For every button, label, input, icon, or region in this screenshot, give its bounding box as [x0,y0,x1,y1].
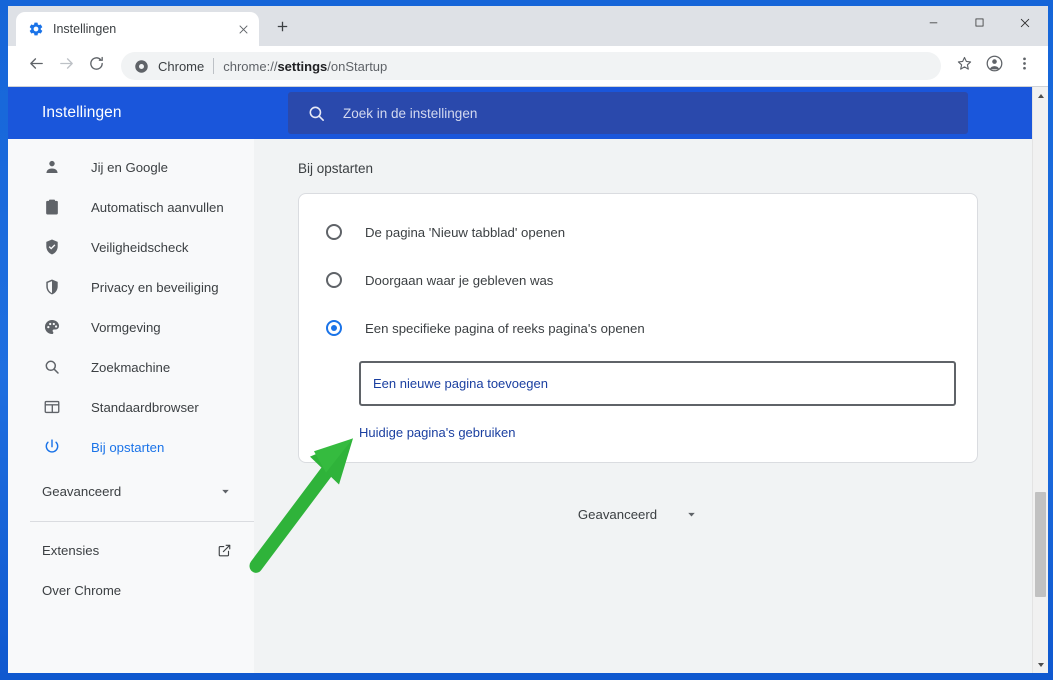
radio-button[interactable] [326,224,342,240]
sidebar-item-privacy-en-beveiliging[interactable]: Privacy en beveiliging [8,267,254,307]
plus-icon [276,20,289,38]
settings-header: Instellingen [8,87,1048,139]
section-title: Bij opstarten [298,161,374,176]
radio-option-new-tab-page[interactable]: De pagina 'Nieuw tabblad' openen [299,208,977,256]
sidebar-item-label: Extensies [42,542,100,558]
sidebar-item-jij-en-google[interactable]: Jij en Google [8,147,254,187]
radio-option-continue-where-left-off[interactable]: Doorgaan waar je gebleven was [299,256,977,304]
maximize-button[interactable] [956,6,1002,39]
person-icon [42,157,62,177]
advanced-toggle-label: Geavanceerd [577,507,658,522]
settings-search-box[interactable] [288,92,968,134]
bookmark-star-button[interactable] [950,52,978,80]
sidebar-item-label: Over Chrome [42,582,122,598]
search-input[interactable] [343,92,968,134]
shield-half-icon [42,277,62,297]
palette-icon [42,317,62,337]
sidebar-advanced-label: Geavanceerd [42,483,122,499]
security-chip-label: Chrome [158,58,205,74]
sidebar-item-label: Automatisch aanvullen [91,199,224,215]
radio-option-specific-pages[interactable]: Een specifieke pagina of reeks pagina's … [299,304,977,352]
star-icon [956,55,973,77]
use-current-pages-link[interactable]: Huidige pagina's gebruiken [359,425,977,440]
omnibox-divider [213,58,215,74]
window-controls [910,6,1048,39]
settings-main-content: Bij opstarten De pagina 'Nieuw tabblad' … [254,139,1048,673]
chrome-browser-window: Instellingen Chrome chrome://settings/on… [8,6,1048,673]
page-title: Instellingen [42,104,122,121]
chevron-down-icon [219,485,232,498]
sidebar-item-vormgeving[interactable]: Vormgeving [8,307,254,347]
url-bold-part: settings [277,58,328,74]
minimize-button[interactable] [910,6,956,39]
power-icon [42,437,62,457]
close-icon[interactable] [235,21,251,37]
advanced-toggle-button[interactable]: Geavanceerd [298,507,978,522]
sidebar-item-automatisch-aanvullen[interactable]: Automatisch aanvullen [8,187,254,227]
new-tab-button[interactable] [268,15,296,43]
scrollbar-thumb[interactable] [1035,492,1046,597]
radio-button[interactable] [326,320,342,336]
magnifier-icon [42,357,62,377]
sidebar-item-label: Vormgeving [91,319,161,335]
startup-options-card: De pagina 'Nieuw tabblad' openen Doorgaa… [298,193,978,463]
sidebar-item-veiligheidscheck[interactable]: Veiligheidscheck [8,227,254,267]
settings-body: Jij en Google Automatisch aanvullen Veil… [8,87,1048,673]
search-icon [307,104,326,123]
chrome-menu-button[interactable] [1010,52,1038,80]
browser-tab-instellingen[interactable]: Instellingen [16,12,259,46]
sidebar-item-extensies[interactable]: Extensies [8,530,254,570]
sidebar-item-standaardbrowser[interactable]: Standaardbrowser [8,387,254,427]
sidebar-item-label: Bij opstarten [91,439,165,455]
settings-gear-icon [28,21,44,37]
chevron-down-icon [685,508,698,521]
sidebar-item-bij-opstarten[interactable]: Bij opstarten [8,427,254,467]
vertical-scrollbar[interactable] [1032,87,1048,673]
sidebar-item-label: Jij en Google [91,159,168,175]
sidebar-advanced-toggle[interactable]: Geavanceerd [8,467,254,515]
sidebar-item-label: Veiligheidscheck [91,239,189,255]
radio-button[interactable] [326,272,342,288]
profile-button[interactable] [980,52,1008,80]
arrow-left-icon [28,55,45,77]
reload-button[interactable] [82,52,110,80]
triangle-up-icon[interactable] [1033,87,1048,104]
sidebar-divider [30,521,254,522]
sidebar-item-over-chrome[interactable]: Over Chrome [8,570,254,610]
radio-label: De pagina 'Nieuw tabblad' openen [365,224,566,240]
triangle-down-icon[interactable] [1033,656,1048,673]
radio-label: Een specifieke pagina of reeks pagina's … [365,320,645,336]
forward-button[interactable] [52,52,80,80]
sidebar-item-zoekmachine[interactable]: Zoekmachine [8,347,254,387]
sidebar-item-label: Standaardbrowser [91,399,199,415]
os-window-frame: Instellingen Chrome chrome://settings/on… [0,0,1053,680]
shield-check-icon [42,237,62,257]
radio-label: Doorgaan waar je gebleven was [365,272,554,288]
browser-toolbar: Chrome chrome://settings/onStartup [8,46,1048,87]
settings-sidebar: Jij en Google Automatisch aanvullen Veil… [8,139,254,673]
clipboard-icon [42,197,62,217]
add-new-page-field[interactable]: Een nieuwe pagina toevoegen [359,361,956,406]
back-button[interactable] [22,52,50,80]
close-button[interactable] [1002,6,1048,39]
three-dot-menu-icon [1017,56,1032,76]
reload-icon [88,55,105,77]
open-in-new-icon [217,543,232,558]
browser-window-icon [42,397,62,417]
url-text: chrome://settings/onStartup [223,59,387,74]
url-suffix: /onStartup [327,58,388,74]
arrow-right-icon [58,55,75,77]
sidebar-item-label: Privacy en beveiliging [91,279,219,295]
address-bar[interactable]: Chrome chrome://settings/onStartup [121,52,941,80]
tab-strip: Instellingen [8,6,1048,46]
settings-page: Instellingen Zoek in de instellingen Jij… [8,87,1048,673]
sidebar-item-label: Zoekmachine [91,359,171,375]
add-new-page-link[interactable]: Een nieuwe pagina toevoegen [373,376,548,391]
chrome-logo-icon [134,59,149,74]
account-circle-icon [985,54,1004,78]
url-prefix: chrome:// [223,58,278,74]
tab-title: Instellingen [53,22,117,36]
